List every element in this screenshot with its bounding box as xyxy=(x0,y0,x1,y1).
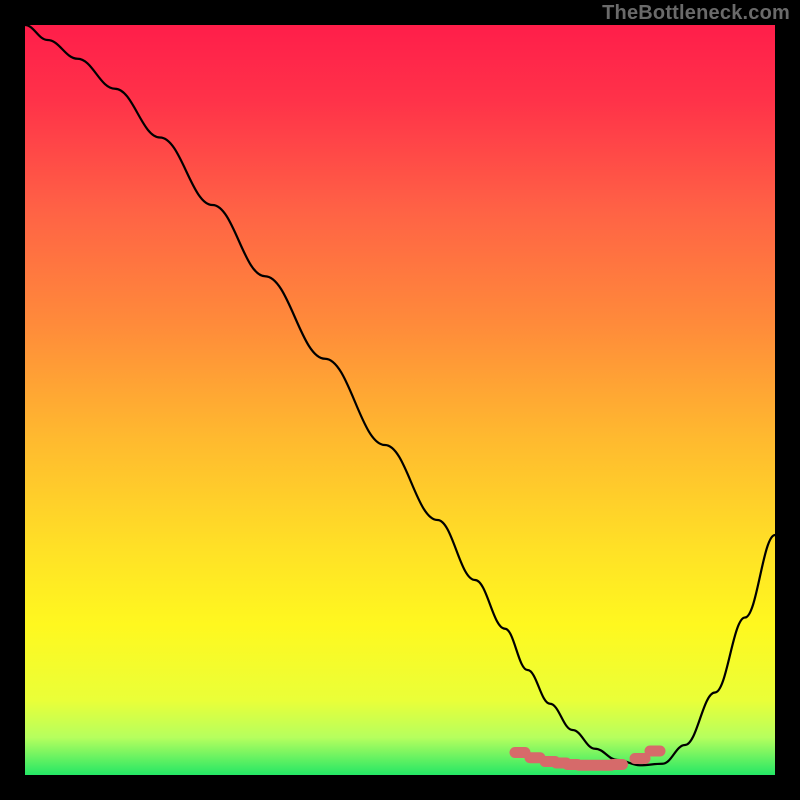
plot-area xyxy=(25,25,775,775)
chart-svg xyxy=(25,25,775,775)
outer-frame: TheBottleneck.com xyxy=(0,0,800,800)
watermark-text: TheBottleneck.com xyxy=(602,2,790,25)
gradient-background xyxy=(25,25,775,775)
